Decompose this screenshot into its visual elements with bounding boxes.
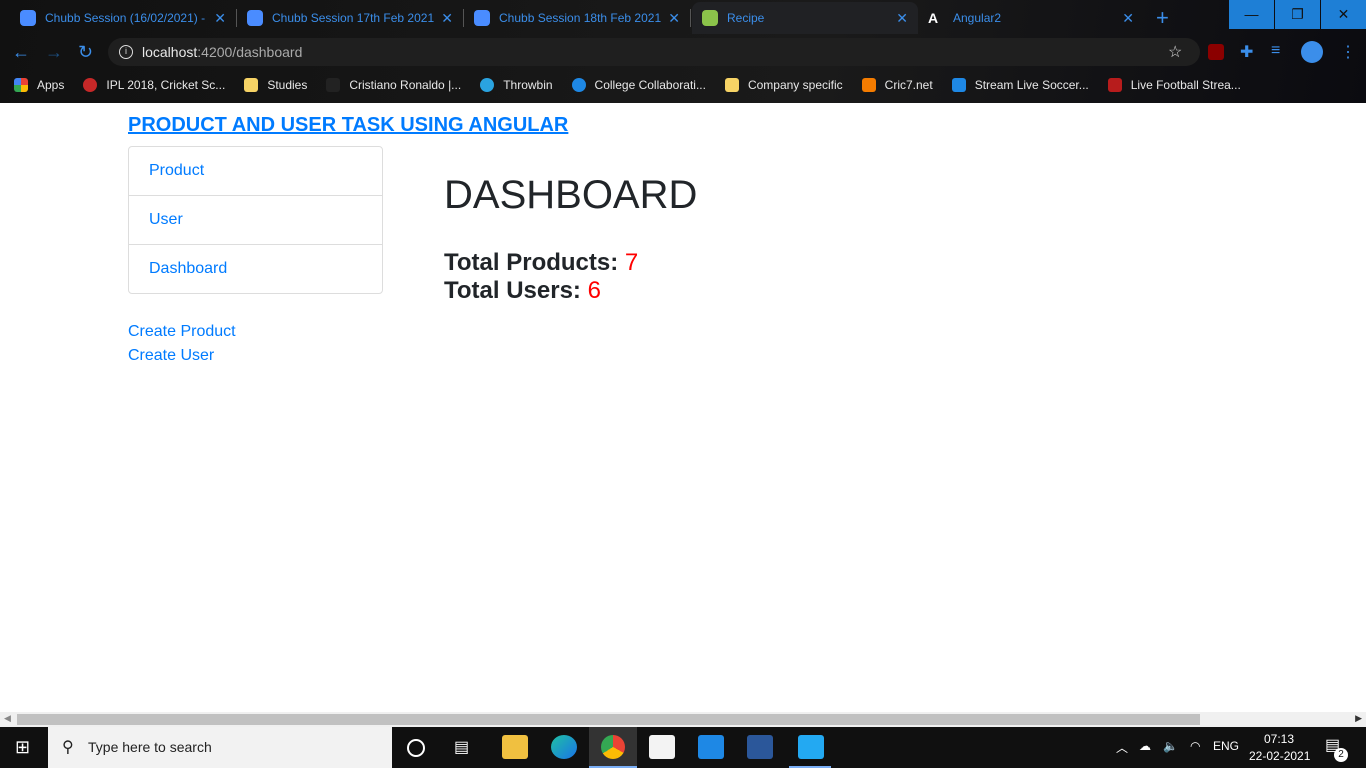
- menu-item-product[interactable]: Product: [128, 146, 383, 196]
- wifi-icon[interactable]: ◠: [1190, 739, 1200, 753]
- site-icon: [951, 77, 966, 92]
- app-title-link[interactable]: PRODUCT AND USER TASK USING ANGULAR: [128, 114, 568, 137]
- forward-icon[interactable]: →: [45, 42, 63, 63]
- taskbar-search[interactable]: ⚲ Type here to search: [48, 727, 392, 768]
- throwbin-icon: [480, 77, 495, 92]
- task-view-icon[interactable]: ▤: [454, 737, 469, 757]
- bookmark-college[interactable]: College Collaborati...: [571, 77, 706, 92]
- close-icon[interactable]: ✕: [668, 10, 680, 27]
- bookmark-live-football[interactable]: Live Football Strea...: [1107, 77, 1241, 92]
- file-explorer-icon[interactable]: [502, 735, 528, 759]
- clock-time[interactable]: 07:13: [1264, 732, 1294, 746]
- profile-avatar[interactable]: [1301, 41, 1323, 63]
- close-window-button[interactable]: ✕: [1321, 0, 1366, 29]
- bookmarks-bar: Apps IPL 2018, Cricket Sc... Studies Cri…: [0, 68, 1366, 101]
- close-icon[interactable]: ✕: [896, 10, 908, 27]
- cortana-icon[interactable]: [407, 739, 425, 757]
- bookmark-apps[interactable]: Apps: [14, 77, 64, 92]
- horizontal-scrollbar[interactable]: ◀ ▶: [0, 712, 1366, 727]
- reload-icon[interactable]: ↻: [78, 42, 93, 63]
- create-product-link[interactable]: Create Product: [128, 323, 236, 341]
- total-products: Total Products: 7: [444, 249, 639, 276]
- extensions-icon[interactable]: ✚: [1240, 42, 1253, 62]
- bookmark-ipl[interactable]: IPL 2018, Cricket Sc...: [83, 77, 225, 92]
- language-indicator[interactable]: ENG: [1213, 739, 1239, 753]
- windows-start-icon[interactable]: ⊞: [15, 737, 30, 758]
- media-icon[interactable]: ≡: [1271, 42, 1280, 60]
- scroll-right-icon[interactable]: ▶: [1355, 713, 1362, 724]
- menu-item-dashboard[interactable]: Dashboard: [128, 244, 383, 294]
- bookmark-company[interactable]: Company specific: [724, 77, 843, 92]
- scroll-left-icon[interactable]: ◀: [4, 713, 11, 724]
- search-icon: ⚲: [62, 739, 74, 756]
- menu-icon[interactable]: ⋮: [1340, 42, 1356, 62]
- bookmark-throwbin[interactable]: Throwbin: [480, 77, 553, 92]
- clock-date[interactable]: 22-02-2021: [1249, 749, 1310, 763]
- bookmark-stream-soccer[interactable]: Stream Live Soccer...: [951, 77, 1089, 92]
- close-icon[interactable]: ✕: [214, 10, 226, 27]
- tab-chubb-16[interactable]: Chubb Session (16/02/2021) - Z ✕: [10, 2, 236, 34]
- chrome-taskbar-button[interactable]: [589, 727, 637, 768]
- scrollbar-thumb[interactable]: [17, 714, 1200, 725]
- tab-recipe[interactable]: Recipe ✕: [692, 2, 918, 34]
- total-products-value: 7: [624, 249, 639, 276]
- edge-icon[interactable]: [551, 735, 577, 759]
- create-user-link[interactable]: Create User: [128, 347, 214, 365]
- blogger-icon: [861, 77, 876, 92]
- notification-count-badge: 2: [1334, 748, 1348, 762]
- browser-chrome: Chubb Session (16/02/2021) - Z ✕ Chubb Se…: [0, 0, 1366, 103]
- mail-icon[interactable]: [698, 735, 724, 759]
- bookmark-cric7[interactable]: Cric7.net: [861, 77, 933, 92]
- minimize-button[interactable]: —: [1229, 0, 1274, 29]
- vscode-icon: [798, 735, 824, 759]
- folder-icon: [244, 77, 259, 92]
- dashboard-heading: DASHBOARD: [444, 173, 698, 217]
- taskbar: ⊞ ⚲ Type here to search ▤ ︿ ☁ 🔈 ◠ ENG 07:…: [0, 727, 1366, 768]
- restore-button[interactable]: ❐: [1275, 0, 1320, 29]
- star-icon[interactable]: ☆: [1168, 42, 1182, 62]
- ipl-icon: [83, 77, 98, 92]
- back-icon[interactable]: ←: [12, 42, 30, 63]
- show-hidden-icons[interactable]: ︿: [1116, 739, 1128, 756]
- chrome-icon: [601, 735, 625, 759]
- zoom-icon: [474, 10, 490, 26]
- tab-strip: Chubb Session (16/02/2021) - Z ✕ Chubb Se…: [0, 0, 1366, 36]
- word-icon[interactable]: [747, 735, 773, 759]
- page-content: PRODUCT AND USER TASK USING ANGULAR Prod…: [0, 103, 1366, 712]
- apps-grid-icon: [14, 77, 28, 92]
- volume-icon[interactable]: 🔈: [1163, 739, 1178, 753]
- close-icon[interactable]: ✕: [441, 10, 453, 27]
- menu-item-user[interactable]: User: [128, 195, 383, 245]
- bookmark-ronaldo[interactable]: Cristiano Ronaldo |...: [326, 77, 461, 92]
- vscode-taskbar-button[interactable]: [789, 727, 831, 768]
- tab-angular2[interactable]: A Angular2 ✕: [918, 2, 1144, 34]
- ublock-icon[interactable]: [1208, 44, 1224, 60]
- site-icon: [326, 77, 341, 92]
- tab-chubb-17[interactable]: Chubb Session 17th Feb 2021 - Z ✕: [237, 2, 463, 34]
- recipe-favicon-icon: [702, 10, 718, 26]
- stadium-icon: [1107, 77, 1122, 92]
- store-icon[interactable]: [649, 735, 675, 759]
- sidebar-menu: Product User Dashboard: [128, 146, 383, 294]
- angular-icon: A: [928, 10, 939, 26]
- address-bar-row: ← → ↻ i localhost:4200/dashboard ☆ ✚ ≡ ⋮: [0, 36, 1366, 68]
- new-tab-button[interactable]: +: [1156, 5, 1169, 31]
- close-icon[interactable]: ✕: [1122, 10, 1134, 27]
- tab-chubb-18[interactable]: Chubb Session 18th Feb 2021 - Z ✕: [464, 2, 690, 34]
- zoom-icon: [247, 10, 263, 26]
- total-users-value: 6: [587, 277, 601, 304]
- zoom-icon: [20, 10, 36, 26]
- globe-icon: [571, 77, 586, 92]
- bookmark-studies[interactable]: Studies: [244, 77, 307, 92]
- folder-icon: [724, 77, 739, 92]
- info-icon[interactable]: i: [119, 45, 133, 59]
- onedrive-icon[interactable]: ☁: [1139, 739, 1151, 753]
- total-users: Total Users: 6: [444, 277, 601, 304]
- url-input[interactable]: i localhost:4200/dashboard: [108, 38, 1200, 66]
